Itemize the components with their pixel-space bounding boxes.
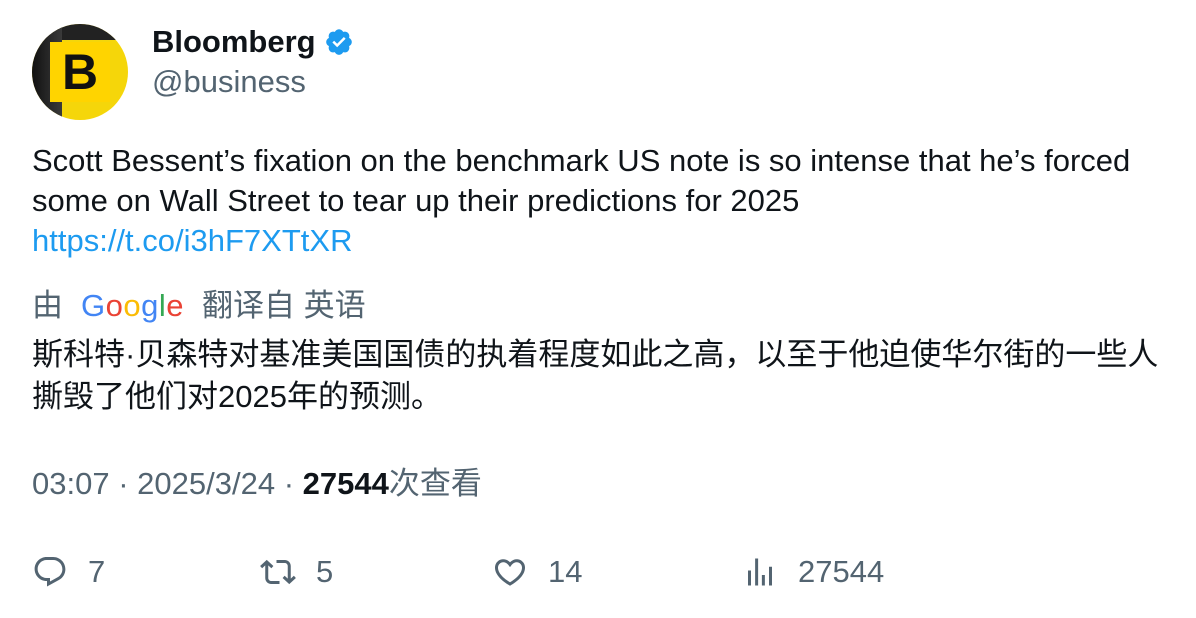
action-bar: 7 5 14 27544 (32, 550, 1162, 594)
views-action-count: 27544 (798, 554, 885, 589)
reply-button[interactable]: 7 (32, 550, 105, 594)
tweet-time[interactable]: 03:07 (32, 466, 110, 501)
translated-text: 斯科特·贝森特对基准美国国债的执着程度如此之高，以至于他迫使华尔街的一些人撕毁了… (32, 337, 1159, 414)
author-handle[interactable]: @business (152, 62, 306, 102)
reply-icon (34, 557, 66, 587)
heart-icon (494, 559, 526, 586)
translation-by-label: 由 (32, 288, 63, 323)
like-count: 14 (548, 554, 583, 589)
retweet-button[interactable]: 5 (260, 550, 333, 594)
tweet-meta: 03:07 · 2025/3/24 · 27544次查看 (32, 463, 482, 505)
translation-from-label[interactable]: 翻译自 英语 (202, 286, 366, 326)
retweet-icon (260, 559, 296, 585)
author-name-row: Bloomberg (152, 22, 354, 62)
tweet-text: Scott Bessent’s fixation on the benchmar… (32, 143, 1131, 218)
verified-badge-icon[interactable] (324, 27, 354, 57)
tweet-date[interactable]: 2025/3/24 (137, 466, 275, 501)
reply-count: 7 (88, 554, 106, 589)
views-label: 次查看 (388, 466, 482, 501)
views-count: 27544 (302, 466, 389, 501)
avatar-logo-letter: B (50, 42, 110, 102)
bar-chart-icon (748, 558, 772, 586)
google-logo-icon: Google (81, 288, 185, 323)
avatar[interactable]: B (32, 24, 128, 120)
views-button[interactable]: 27544 (742, 550, 884, 594)
like-button[interactable]: 14 (492, 550, 582, 594)
tweet-body: Scott Bessent’s fixation on the benchmar… (32, 141, 1162, 261)
tweet-link[interactable]: https://t.co/i3hF7XTtXR (32, 221, 1162, 261)
retweet-count: 5 (316, 554, 334, 589)
meta-separator: · (118, 466, 129, 501)
author-name[interactable]: Bloomberg (152, 22, 316, 62)
translation-attribution: 由 Google 翻译自 英语 (32, 286, 366, 326)
meta-separator: · (283, 466, 295, 501)
